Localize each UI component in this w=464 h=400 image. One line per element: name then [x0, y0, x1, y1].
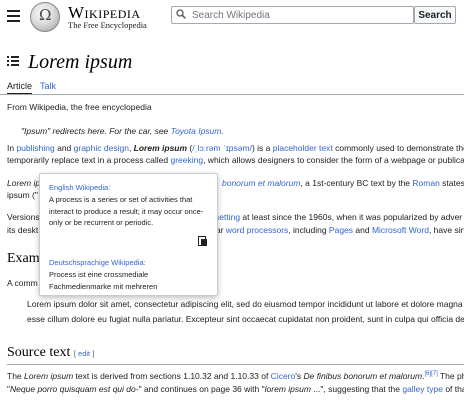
- citation-refs[interactable]: [6][7]: [424, 371, 437, 377]
- text: and: [353, 225, 372, 235]
- text: and: [54, 143, 74, 153]
- link-roman[interactable]: Roman: [412, 178, 439, 188]
- link-placeholder-text[interactable]: placeholder text: [273, 143, 333, 153]
- tab-talk[interactable]: Talk: [40, 81, 56, 91]
- para2-line-1-start: Lorem ip: [7, 178, 40, 188]
- text: statesm: [442, 178, 464, 188]
- intro-line-1: In publishing and graphic design, Lorem …: [7, 143, 464, 153]
- text: lorem ipsum: [264, 384, 311, 394]
- hatnote-text: "Ipsum" redirects here. For the car, see: [21, 126, 171, 136]
- intro-line-2: temporarily replace text in a process ca…: [7, 155, 464, 165]
- example-quote-line-2: esse cillum dolore eu fugiat nulla paria…: [27, 314, 464, 324]
- link-galley-type[interactable]: galley type: [402, 384, 443, 394]
- text: , have sinc: [428, 225, 464, 235]
- link-toyota-ipsum[interactable]: Toyota Ipsum: [171, 126, 222, 136]
- para3-line-1-start: Versions: [7, 212, 40, 222]
- link-word-processors[interactable]: word processors: [226, 225, 288, 235]
- search-icon: [176, 9, 186, 19]
- definition-popup: English Wikipedia: A process is a series…: [39, 173, 218, 296]
- para3-line-2-end: ar word processors, including Pages and …: [216, 225, 464, 235]
- text: , which allows designers to consider the…: [203, 155, 464, 165]
- text: Neque porro quisquam est qui do-: [10, 384, 139, 394]
- popup-en-text: A process is a series or set of activiti…: [49, 195, 204, 227]
- link-greeking[interactable]: greeking: [170, 155, 203, 165]
- heading-source-text-label: Source text: [7, 345, 71, 360]
- search-box[interactable]: [171, 6, 414, 24]
- text: text is derived from sections 1.10.32 an…: [73, 371, 271, 381]
- link-graphic-design[interactable]: graphic design: [74, 143, 129, 153]
- text: ...", suggesting that the: [310, 384, 403, 394]
- tab-article[interactable]: Article: [7, 81, 32, 91]
- text: The ph: [437, 371, 464, 381]
- term-lorem-ipsum: Lorem ipsum: [133, 143, 188, 153]
- text: " and continues on page 36 with ": [138, 384, 265, 394]
- text: Lorem ip: [7, 178, 41, 188]
- text: The: [7, 371, 25, 381]
- popup-de-heading[interactable]: Deutschsprachige Wikipedia:: [49, 258, 146, 267]
- text: ipsum (": [7, 190, 38, 200]
- text: at least since the 1960s, when it was po…: [240, 212, 463, 222]
- text: , including: [288, 225, 329, 235]
- heading-source-text: Source text [ edit ]: [7, 345, 94, 361]
- from-wikipedia-note: From Wikipedia, the free encyclopedia: [7, 102, 152, 112]
- wikipedia-globe-logo[interactable]: [30, 2, 60, 32]
- link-pages[interactable]: Pages: [329, 225, 353, 235]
- heading-example: Exam: [7, 251, 40, 266]
- link-publishing[interactable]: publishing: [16, 143, 54, 153]
- link-microsoft-word[interactable]: Microsoft Word: [372, 225, 429, 235]
- source-line-1: The Lorem ipsum text is derived from sec…: [7, 371, 464, 381]
- text: , a 1st-century BC text by the: [300, 178, 413, 188]
- para2-line-1-end: bonorum et malorum, a 1st-century BC tex…: [222, 178, 464, 188]
- text: temporarily replace text in a process ca…: [7, 155, 171, 165]
- toc-icon[interactable]: [7, 56, 19, 67]
- page-title: Lorem ipsum: [28, 51, 133, 73]
- para2-line-2: ipsum (": [7, 190, 38, 200]
- text: ) is a: [251, 143, 273, 153]
- search-button[interactable]: Search: [414, 6, 456, 24]
- search-input[interactable]: [192, 7, 407, 23]
- hatnote-end: .: [221, 126, 224, 136]
- wikipedia-tagline: The Free Encyclopedia: [68, 20, 147, 30]
- link-cicero[interactable]: Cicero: [271, 371, 296, 381]
- heading-rule: [7, 364, 464, 365]
- tabs-divider: [0, 94, 464, 95]
- link-de-finibus[interactable]: bonorum et malorum: [222, 178, 300, 188]
- popup-de-text: Process ist eine crossmediale Fachmedien…: [49, 270, 158, 291]
- edit-section: [ edit ]: [73, 349, 95, 358]
- text: of that: [445, 384, 464, 394]
- text: Versions: [7, 212, 40, 222]
- text: commonly used to demonstrate the: [332, 143, 464, 153]
- para3-line-2-start: its deskt: [7, 225, 38, 235]
- example-quote-line-1: Lorem ipsum dolor sit amet, consectetur …: [27, 299, 464, 309]
- text: its deskt: [7, 225, 39, 235]
- menu-icon[interactable]: [7, 10, 20, 22]
- edit-link[interactable]: edit: [78, 349, 90, 358]
- example-intro: A comm: [7, 278, 38, 288]
- text: De finibus bonorum et malorum: [303, 371, 423, 381]
- text: Lorem ipsum: [24, 371, 74, 381]
- source-line-2: "Neque porro quisquam est qui do-" and c…: [7, 384, 464, 394]
- copy-icon[interactable]: [198, 236, 208, 247]
- link-pronunciation[interactable]: /ˌlɔːrəm ˈɪpsəm/: [192, 143, 252, 153]
- para3-line-1-end: setting at least since the 1960s, when i…: [215, 212, 462, 222]
- popup-en-heading[interactable]: English Wikipedia:: [49, 183, 110, 192]
- link-typesetting[interactable]: setting: [215, 212, 240, 222]
- hatnote: "Ipsum" redirects here. For the car, see…: [21, 126, 224, 136]
